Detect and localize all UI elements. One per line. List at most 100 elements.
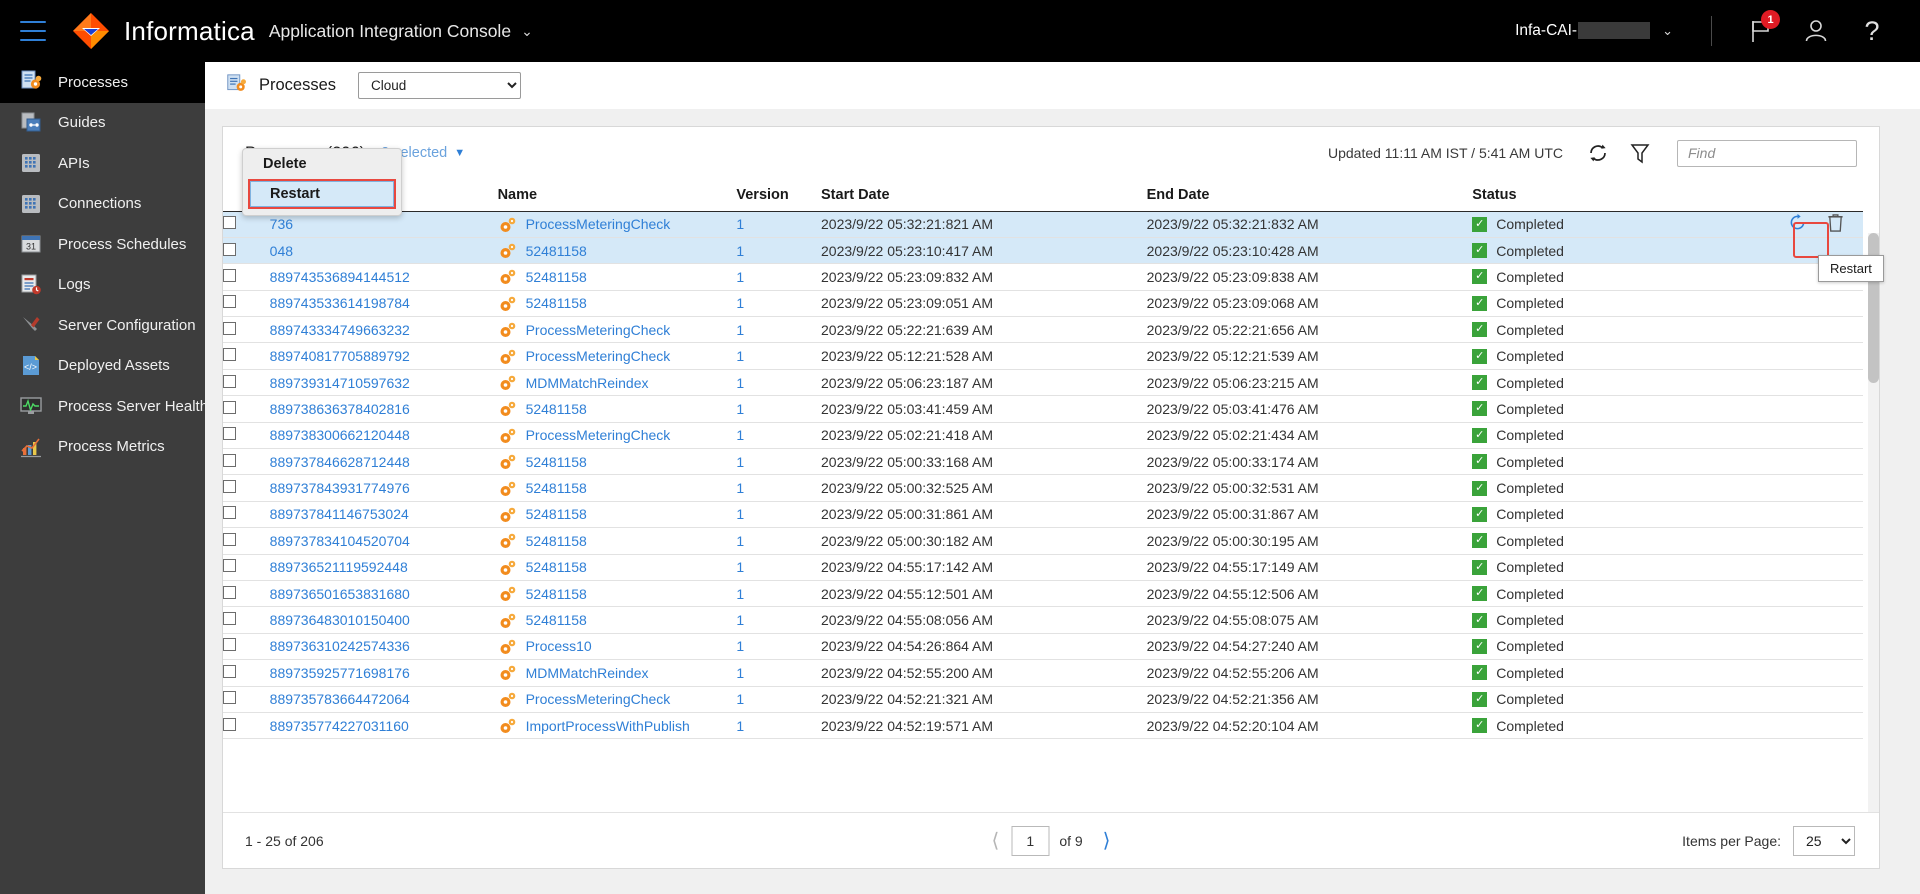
- row-process-name[interactable]: ProcessMeteringCheck: [497, 422, 737, 450]
- row-process-name[interactable]: ProcessMeteringCheck: [497, 342, 737, 370]
- row-process-name[interactable]: 52481158: [497, 554, 737, 581]
- row-checkbox[interactable]: [223, 427, 236, 441]
- help-icon[interactable]: ?: [1855, 14, 1889, 48]
- row-version[interactable]: 1: [736, 606, 822, 634]
- col-name[interactable]: Name: [497, 179, 737, 212]
- flag-icon[interactable]: 1: [1743, 10, 1780, 48]
- row-version[interactable]: 1: [736, 369, 822, 397]
- row-process-id[interactable]: 889736501653831680: [269, 580, 498, 608]
- process-id-link[interactable]: 889737834104520704: [270, 533, 410, 549]
- row-checkbox[interactable]: [223, 242, 236, 256]
- row-process-id[interactable]: 889735774227031160: [269, 712, 498, 740]
- row-checkbox-cell[interactable]: [223, 712, 270, 740]
- process-name-link[interactable]: 52481158: [526, 586, 587, 602]
- row-version[interactable]: 1: [736, 527, 822, 555]
- row-version[interactable]: 1: [736, 422, 822, 450]
- process-id-link[interactable]: 889739314710597632: [270, 375, 410, 391]
- row-checkbox[interactable]: [223, 612, 236, 626]
- row-actions[interactable]: [1732, 501, 1863, 529]
- row-process-id[interactable]: 889738300662120448: [269, 422, 498, 450]
- version-link[interactable]: 1: [736, 718, 744, 734]
- table-row[interactable]: 889736501653831680 52481158 1 2023/9/22 04:…: [223, 580, 1863, 608]
- funnel-filter-icon[interactable]: [1625, 138, 1655, 168]
- row-actions[interactable]: [1732, 474, 1863, 502]
- chevron-right-icon[interactable]: ⟩: [1103, 828, 1111, 853]
- process-id-link[interactable]: 889743536894144512: [270, 269, 410, 285]
- row-checkbox[interactable]: [223, 400, 236, 414]
- row-actions[interactable]: [1732, 527, 1863, 555]
- row-process-id[interactable]: 889737834104520704: [269, 527, 498, 555]
- version-link[interactable]: 1: [736, 533, 744, 549]
- row-checkbox-cell[interactable]: [223, 290, 270, 318]
- row-checkbox-cell[interactable]: [223, 659, 270, 687]
- row-process-name[interactable]: MDMMatchReindex: [497, 369, 737, 397]
- table-row[interactable]: 889743533614198784 52481158 1 2023/9/22 05:…: [223, 290, 1863, 318]
- row-checkbox[interactable]: [223, 691, 236, 705]
- version-link[interactable]: 1: [736, 348, 744, 364]
- user-icon[interactable]: [1799, 14, 1833, 48]
- row-process-name[interactable]: 52481158: [497, 501, 737, 529]
- row-version[interactable]: 1: [736, 342, 822, 370]
- row-process-name[interactable]: ImportProcessWithPublish: [497, 712, 737, 740]
- table-row[interactable]: 889735783664472064 ProcessMeteringCheck 1 2…: [223, 686, 1863, 713]
- row-version[interactable]: 1: [736, 263, 822, 291]
- row-process-id[interactable]: 889737843931774976: [269, 474, 498, 502]
- row-checkbox-cell[interactable]: [223, 422, 270, 450]
- row-actions[interactable]: [1732, 554, 1863, 581]
- row-process-name[interactable]: 52481158: [497, 580, 737, 608]
- chevron-left-icon[interactable]: ⟨: [992, 828, 1000, 853]
- process-id-link[interactable]: 889735925771698176: [270, 665, 410, 681]
- row-process-id[interactable]: 889743536894144512: [269, 263, 498, 291]
- refresh-icon[interactable]: [1583, 138, 1613, 168]
- selected-actions-caret-icon[interactable]: ▼: [454, 147, 465, 159]
- process-id-link[interactable]: 889738300662120448: [270, 427, 410, 443]
- scope-select[interactable]: Cloud: [358, 71, 522, 99]
- row-process-name[interactable]: 52481158: [497, 448, 737, 476]
- process-id-link[interactable]: 736: [270, 216, 293, 232]
- process-name-link[interactable]: MDMMatchReindex: [526, 665, 649, 681]
- process-id-link[interactable]: 889737843931774976: [270, 480, 410, 496]
- row-checkbox[interactable]: [223, 585, 236, 599]
- table-row[interactable]: 889738636378402816 52481158 1 2023/9/22 05:…: [223, 395, 1863, 423]
- row-checkbox-cell[interactable]: [223, 369, 270, 397]
- process-name-link[interactable]: 52481158: [526, 612, 587, 628]
- process-id-link[interactable]: 889735774227031160: [270, 718, 409, 734]
- table-row[interactable]: 889743334749663232 ProcessMeteringCheck 1 2…: [223, 316, 1863, 344]
- version-link[interactable]: 1: [736, 375, 744, 391]
- row-checkbox[interactable]: [223, 348, 236, 362]
- process-id-link[interactable]: 889735783664472064: [270, 691, 410, 707]
- col-end-date[interactable]: End Date: [1146, 179, 1473, 212]
- row-actions[interactable]: [1732, 422, 1863, 450]
- row-actions[interactable]: [1732, 369, 1863, 397]
- row-version[interactable]: 1: [736, 554, 822, 581]
- row-process-id[interactable]: 889736483010150400: [269, 606, 498, 634]
- row-actions[interactable]: [1732, 712, 1863, 740]
- row-checkbox-cell[interactable]: [223, 263, 270, 291]
- sidebar-item-deployed-assets[interactable]: </> Deployed Assets: [0, 346, 205, 387]
- version-link[interactable]: 1: [736, 612, 744, 628]
- row-actions[interactable]: [1732, 395, 1863, 423]
- row-process-id[interactable]: 889743334749663232: [269, 316, 498, 344]
- table-row[interactable]: 889737846628712448 52481158 1 2023/9/22 05:…: [223, 448, 1863, 476]
- row-process-name[interactable]: Process10: [497, 633, 737, 661]
- process-id-link[interactable]: 889736521119592448: [270, 559, 408, 575]
- context-menu-item-delete[interactable]: Delete: [243, 149, 401, 179]
- row-checkbox[interactable]: [223, 295, 236, 309]
- row-version[interactable]: 1: [736, 290, 822, 318]
- table-row[interactable]: 889740817705889792 ProcessMeteringCheck 1 2…: [223, 342, 1863, 370]
- process-id-link[interactable]: 889736483010150400: [270, 612, 410, 628]
- process-id-link[interactable]: 889737846628712448: [270, 454, 410, 470]
- items-per-page-select[interactable]: 25: [1793, 825, 1855, 856]
- row-version[interactable]: 1: [736, 580, 822, 608]
- row-version[interactable]: 1: [736, 501, 822, 529]
- col-start-date[interactable]: Start Date: [821, 179, 1147, 212]
- row-checkbox-cell[interactable]: [223, 316, 270, 344]
- table-row[interactable]: 889736521119592448 52481158 1 2023/9/22 04:…: [223, 554, 1863, 581]
- row-version[interactable]: 1: [736, 237, 822, 265]
- row-process-name[interactable]: ProcessMeteringCheck: [497, 316, 737, 344]
- process-id-link[interactable]: 889743533614198784: [270, 295, 410, 311]
- processes-table-container[interactable]: Name Version Start Date End Date Status …: [223, 179, 1881, 814]
- row-actions[interactable]: [1732, 316, 1863, 344]
- version-link[interactable]: 1: [736, 295, 744, 311]
- row-checkbox-cell[interactable]: [223, 237, 270, 265]
